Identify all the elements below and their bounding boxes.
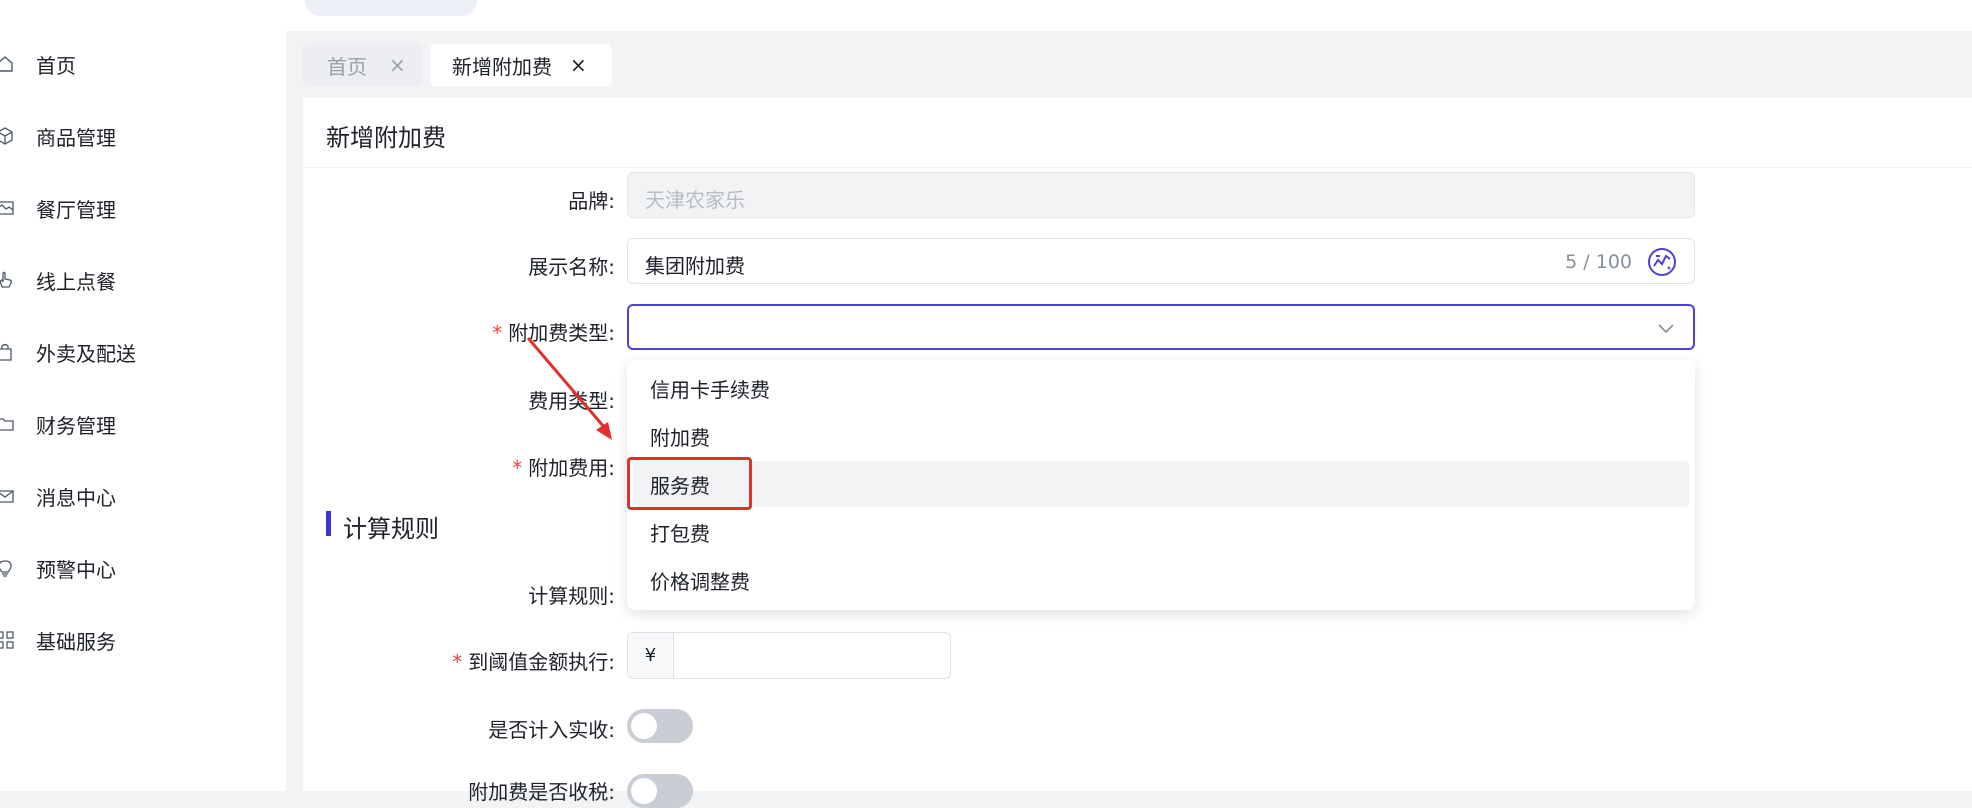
sidebar-item-finance[interactable]: 财务管理 — [0, 399, 286, 449]
section-title: 计算规则 — [343, 515, 439, 543]
home-icon — [0, 53, 16, 75]
bag-icon — [0, 341, 16, 363]
char-count: 5 / 100 — [1565, 251, 1632, 273]
dropdown-option-highlighted[interactable]: 服务费 — [633, 461, 1689, 507]
hand-pointer-icon — [0, 269, 16, 291]
sidebar-item-basic-services[interactable]: 基础服务 — [0, 615, 286, 665]
required-mark: * — [512, 456, 523, 480]
required-mark: * — [452, 650, 463, 674]
sidebar-item-label: 基础服务 — [36, 629, 116, 654]
display-name-field[interactable]: 集团附加费 5 / 100 — [627, 238, 1695, 284]
top-nav-pill[interactable] — [305, 0, 477, 16]
sidebar-item-label: 首页 — [36, 53, 76, 78]
sidebar-item-label: 餐厅管理 — [36, 197, 116, 222]
display-name-label: 展示名称: — [528, 255, 615, 279]
toggle-knob — [631, 778, 657, 804]
brand-value: 天津农家乐 — [645, 188, 745, 212]
sidebar: 首页 商品管理 餐厅管理 线上点餐 外卖及配送 财务管理 消息中心 预警中心 基… — [0, 31, 286, 791]
panel-divider — [303, 167, 1972, 168]
sidebar-item-restaurants[interactable]: 餐厅管理 — [0, 183, 286, 233]
calc-rule-label: 计算规则: — [528, 584, 615, 608]
brand-field: 天津农家乐 — [627, 172, 1695, 218]
section-accent-bar — [326, 511, 331, 536]
display-name-value: 集团附加费 — [645, 254, 745, 278]
cube-icon — [0, 125, 16, 147]
sidebar-item-online-ordering[interactable]: 线上点餐 — [0, 255, 286, 305]
annotation-arrow — [526, 337, 612, 440]
translate-icon[interactable] — [1647, 247, 1677, 281]
close-icon[interactable]: × — [570, 53, 587, 77]
tab-label: 新增附加费 — [452, 54, 552, 79]
taxable-toggle[interactable] — [627, 774, 693, 808]
dropdown-option[interactable]: 打包费 — [633, 509, 1689, 555]
mail-icon — [0, 485, 16, 507]
sidebar-item-label: 外卖及配送 — [36, 341, 136, 366]
top-bar — [0, 0, 1972, 31]
sidebar-item-label: 线上点餐 — [36, 269, 116, 294]
currency-prefix: ¥ — [628, 633, 674, 678]
sidebar-item-alerts[interactable]: 预警中心 — [0, 543, 286, 593]
dropdown-option[interactable]: 信用卡手续费 — [633, 365, 1689, 411]
threshold-amount-input[interactable]: ¥ — [627, 632, 951, 679]
folder-icon — [0, 413, 16, 435]
close-icon[interactable]: × — [389, 53, 406, 77]
bulb-icon — [0, 557, 16, 579]
sidebar-item-label: 消息中心 — [36, 485, 116, 510]
dropdown-option[interactable]: 价格调整费 — [633, 557, 1689, 603]
tab-label: 首页 — [327, 54, 367, 79]
threshold-label: * 到阈值金额执行: — [452, 650, 615, 674]
surcharge-type-dropdown: 信用卡手续费 附加费 服务费 打包费 价格调整费 — [627, 360, 1695, 610]
sidebar-item-home[interactable]: 首页 — [0, 39, 286, 89]
store-icon — [0, 197, 16, 219]
include-actual-toggle[interactable] — [627, 709, 693, 743]
sidebar-item-messages[interactable]: 消息中心 — [0, 471, 286, 521]
include-actual-label: 是否计入实收: — [488, 718, 615, 742]
sidebar-item-label: 财务管理 — [36, 413, 116, 438]
sidebar-item-label: 商品管理 — [36, 125, 116, 150]
surcharge-type-select[interactable] — [627, 304, 1695, 350]
sidebar-item-products[interactable]: 商品管理 — [0, 111, 286, 161]
surcharge-amount-label: * 附加费用: — [512, 456, 615, 480]
sidebar-item-label: 预警中心 — [36, 557, 116, 582]
toggle-knob — [631, 713, 657, 739]
page-title: 新增附加费 — [326, 124, 446, 152]
sidebar-item-delivery[interactable]: 外卖及配送 — [0, 327, 286, 377]
brand-label: 品牌: — [568, 189, 615, 213]
grid-icon — [0, 629, 16, 651]
annotation-highlight-box — [627, 457, 752, 510]
tab-add-surcharge[interactable]: 新增附加费 × — [430, 44, 612, 86]
tab-home[interactable]: 首页 × — [303, 44, 423, 86]
chevron-down-icon — [1657, 320, 1675, 339]
dropdown-option[interactable]: 附加费 — [633, 413, 1689, 459]
required-mark: * — [492, 321, 503, 345]
